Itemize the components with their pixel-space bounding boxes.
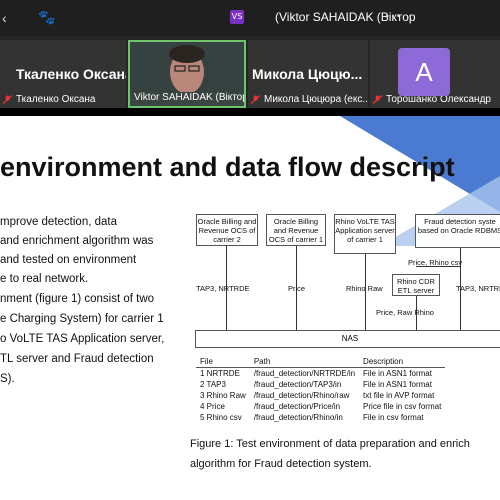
- slide-body-line: e to real network.: [0, 273, 89, 285]
- slide-body-line: mprove detection, data: [0, 216, 117, 228]
- table-cell: Price file in csv format: [363, 402, 442, 411]
- flow-label: Price, Rhino csv: [408, 258, 463, 267]
- table-header-row: File Path Description: [196, 356, 446, 368]
- table-cell: /fraud_detection/TAP3/in: [253, 380, 342, 389]
- participant-caption: Ткаленко Оксана: [16, 94, 96, 105]
- more-options-icon[interactable]: ⋯: [385, 9, 401, 25]
- paw-icon[interactable]: 🐾: [38, 10, 55, 24]
- diagram-box-nas: NAS: [195, 330, 500, 348]
- table-row: 5 Rhino csv /fraud_detection/Rhino/in Fi…: [196, 412, 445, 423]
- slide-body-line: TL server and Fraud detection: [0, 353, 154, 365]
- avatar: A: [398, 48, 450, 96]
- table-header: Description: [359, 356, 446, 368]
- slide-body-line: e Charging System) for carrier 1: [0, 313, 164, 325]
- table-cell: /fraud_detection/Rhino/raw: [253, 391, 350, 400]
- participant-caption: Viktor SAHAIDAK (Віктор ...: [134, 92, 244, 103]
- flow-label: TAP3, NRTRDE: [196, 284, 250, 293]
- table-cell: File in ASN1 format: [363, 369, 432, 378]
- table-cell: File in ASN1 format: [363, 380, 432, 389]
- table-header: File: [196, 356, 250, 368]
- shared-slide: environment and data flow descript mprov…: [0, 116, 500, 500]
- speaker-video-image: [130, 42, 244, 92]
- table-cell: /fraud_detection/NRTRDE/in: [253, 369, 356, 378]
- table-cell: 1 NRTRDE: [200, 369, 240, 378]
- table-cell: /fraud_detection/Price/in: [253, 402, 341, 411]
- diagram-box-ocs-carrier1: Oracle Billing and Revenue OCS of carrie…: [266, 214, 326, 246]
- participant-caption: Микола Цюцюра (екс...: [264, 94, 368, 105]
- table-row: 3 Rhino Raw /fraud_detection/Rhino/raw t…: [196, 390, 445, 401]
- flow-label: TAP3, NRTRDE: [456, 284, 500, 293]
- participant-tile-tsiutsiura[interactable]: Микола Цюцю... Микола Цюцюра (екс...: [248, 40, 368, 108]
- participant-tile-tkalenko[interactable]: Ткаленко Оксана Ткаленко Оксана: [0, 40, 126, 108]
- flow-label: Price: [288, 284, 306, 293]
- diagram-box-rhino-cdr-etl: Rhino CDR ETL server: [392, 274, 440, 296]
- table-row: 2 TAP3 /fraud_detection/TAP3/in File in …: [196, 379, 445, 390]
- chevron-left-icon[interactable]: ‹: [2, 11, 7, 25]
- table-cell: 3 Rhino Raw: [200, 391, 246, 400]
- slide-title: environment and data flow descript: [0, 152, 455, 182]
- table-cell: 4 Price: [200, 402, 225, 411]
- table-row: 4 Price /fraud_detection/Price/in Price …: [196, 401, 445, 412]
- figure-caption: algorithm for Fraud detection system.: [190, 458, 372, 470]
- slide-body-line: nment (figure 1) consist of two: [0, 293, 155, 305]
- diagram-box-fraud-detection: Fraud detection syste based on Oracle RD…: [415, 214, 500, 248]
- participant-big-name: Микола Цюцю...: [252, 66, 363, 82]
- slide-body-line: and tested on environment: [0, 254, 137, 266]
- share-avatar-badge: VS: [230, 10, 244, 24]
- participant-big-name: Ткаленко Оксана: [16, 66, 126, 82]
- table-cell: txt file in AVP format: [363, 391, 435, 400]
- table-cell: /fraud_detection/Rhino/in: [253, 413, 343, 422]
- diagram-box-ocs-carrier2: Oracle Billing and Revenue OCS of carrie…: [196, 214, 258, 246]
- table-header: Path: [249, 356, 360, 368]
- table-cell: 2 TAP3: [200, 380, 226, 389]
- meeting-top-bar: ‹ 🐾 VS (Viktor SAHAIDAK (Віктор ⋯: [0, 0, 500, 36]
- flow-label: Rhino Raw: [346, 284, 383, 293]
- active-speaker-video-tile[interactable]: Viktor SAHAIDAK (Віктор ...: [128, 40, 246, 108]
- files-table: File Path Description 1 NRTRDE /fraud_de…: [196, 356, 446, 423]
- slide-body-line: o VoLTE TAS Application server,: [0, 333, 165, 345]
- table-cell: File in csv format: [363, 413, 424, 422]
- table-cell: 5 Rhino csv: [200, 413, 242, 422]
- table-row: 1 NRTRDE /fraud_detection/NRTRDE/in File…: [196, 368, 445, 380]
- figure-caption: Figure 1: Test environment of data prepa…: [190, 438, 470, 450]
- slide-body-line: S).: [0, 373, 15, 385]
- slide-body-line: and enrichment algorithm was: [0, 235, 154, 247]
- diagram-box-rhino-tas: Rhino VoLTE TAS Application server of ca…: [334, 214, 396, 254]
- flow-label: Price, Raw Rhino: [376, 308, 434, 317]
